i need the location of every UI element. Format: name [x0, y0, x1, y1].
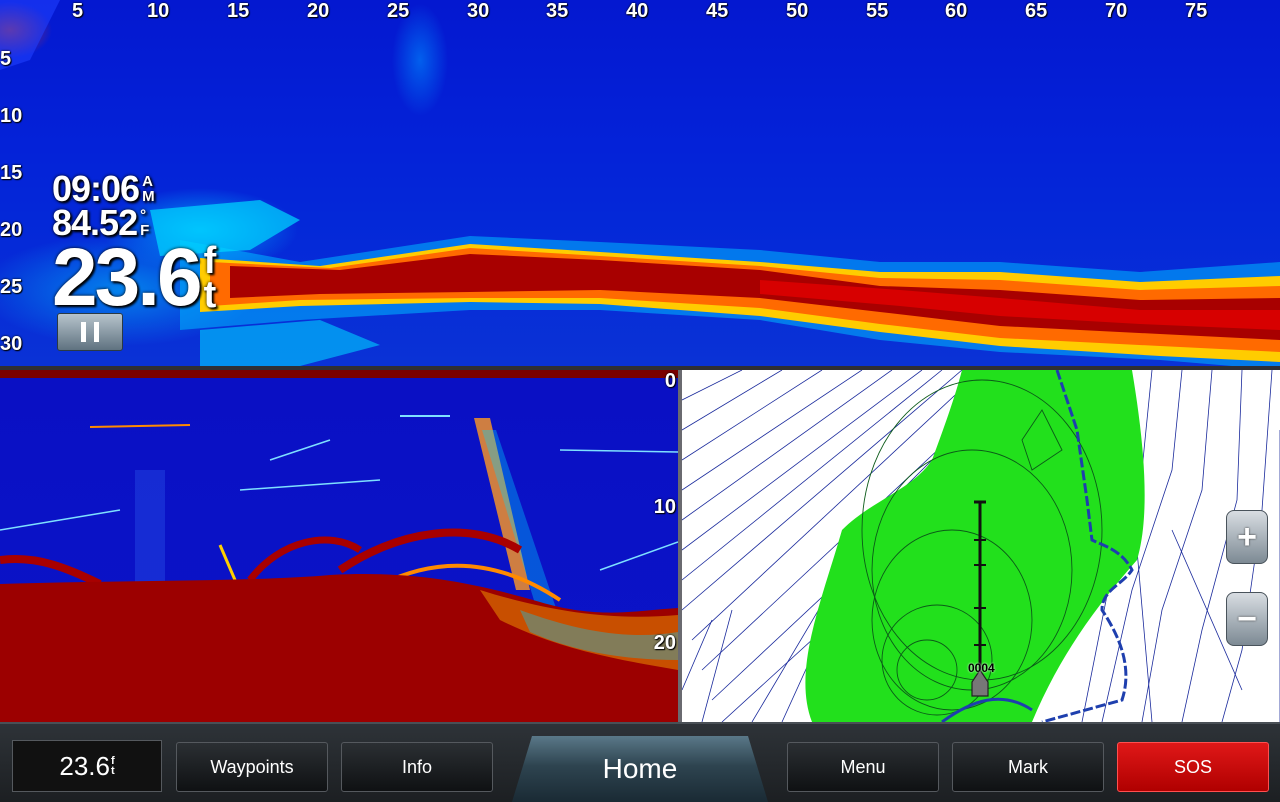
range-tick: 50 — [786, 0, 809, 22]
depth-value: 23.6 — [52, 232, 203, 323]
time-unit-bottom: M — [142, 188, 154, 205]
time-value: 09:06 — [52, 168, 140, 209]
range-tick: 20 — [307, 0, 330, 22]
depth-unit-top: f — [203, 240, 217, 282]
depth-unit-bottom: t — [203, 274, 217, 316]
pause-icon-bar — [81, 322, 86, 342]
zoom-in-button[interactable]: + — [1226, 510, 1268, 564]
waypoint-label[interactable]: 0004 — [968, 661, 995, 675]
bottom-toolbar: 23.6 f t Waypoints Info Home Menu Mark S… — [0, 722, 1280, 802]
depth-tick: 5 — [0, 48, 12, 70]
range-tick: 10 — [147, 0, 170, 22]
depth-tick: 20 — [0, 219, 23, 241]
depth-tick: 10 — [0, 105, 23, 127]
depth-readout: 23.6 f t — [52, 232, 217, 323]
zoom-out-button[interactable]: − — [1226, 592, 1268, 646]
traditional-sonar-panel[interactable]: 0 10 20 — [0, 370, 678, 722]
home-button[interactable]: Home — [512, 736, 768, 802]
data-readouts: 09:06 A M 84.52 ° F 23.6 f t — [52, 168, 217, 323]
menu-button[interactable]: Menu — [787, 742, 939, 792]
range-tick: 5 — [72, 0, 84, 22]
range-tick: 75 — [1185, 0, 1208, 22]
range-tick: 40 — [626, 0, 649, 22]
depth-tick: 15 — [0, 162, 23, 184]
depth-scale-tick: 20 — [653, 632, 676, 654]
pause-icon-bar — [94, 322, 99, 342]
sos-button[interactable]: SOS — [1117, 742, 1269, 792]
range-tick: 15 — [227, 0, 250, 22]
waypoints-button[interactable]: Waypoints — [176, 742, 328, 792]
depth-tick: 30 — [0, 333, 23, 355]
sonar-returns — [0, 415, 678, 722]
range-tick: 25 — [387, 0, 410, 22]
depth-tick: 25 — [0, 276, 23, 298]
info-button[interactable]: Info — [341, 742, 493, 792]
mark-button[interactable]: Mark — [952, 742, 1104, 792]
toolbar-depth-unit-bottom: t — [110, 765, 115, 777]
depth-scale-tick: 0 — [664, 370, 676, 392]
range-tick: 35 — [546, 0, 569, 22]
range-tick: 30 — [467, 0, 490, 22]
range-tick: 45 — [706, 0, 729, 22]
toolbar-depth-value: 23.6 — [59, 750, 110, 781]
temp-unit-top: ° — [140, 207, 146, 224]
forward-sonar-panel[interactable]: 5 10 15 20 25 30 35 40 45 50 55 60 65 70… — [0, 0, 1280, 366]
time-readout: 09:06 A M — [52, 168, 216, 209]
range-tick: 65 — [1025, 0, 1048, 22]
pause-button[interactable] — [57, 313, 123, 351]
chart-map[interactable]: 0004 — [682, 370, 1280, 722]
time-unit-top: A — [142, 173, 153, 190]
range-tick: 70 — [1105, 0, 1128, 22]
depth-data-field[interactable]: 23.6 f t — [12, 740, 162, 792]
range-tick: 55 — [866, 0, 889, 22]
depth-scale-tick: 10 — [653, 496, 676, 518]
range-tick: 60 — [945, 0, 968, 22]
